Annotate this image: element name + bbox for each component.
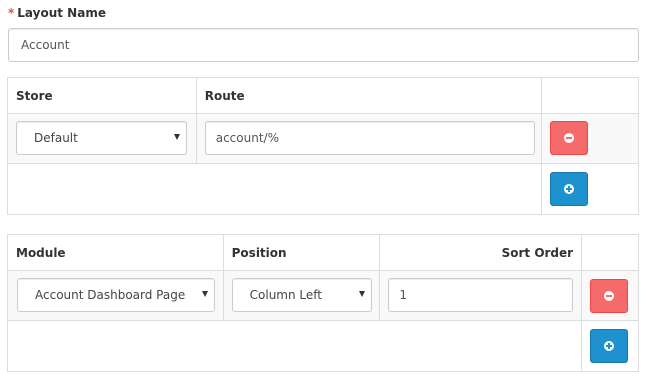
module-select[interactable]: Account Dashboard Page: [17, 278, 215, 312]
module-table-header: Module Position Sort Order: [7, 234, 639, 271]
layout-name-label-text: Layout Name: [17, 6, 106, 20]
table-row: Account Dashboard Page Column Left 1: [7, 270, 639, 321]
column-header-module: Module: [7, 234, 224, 271]
column-header-actions: [541, 77, 639, 114]
module-table-footer: [6, 320, 639, 372]
store-select-value: Default: [34, 131, 78, 145]
table-row: Default account/%: [7, 113, 639, 164]
position-select-value: Column Left: [249, 288, 322, 302]
plus-circle-icon: [604, 341, 615, 351]
remove-module-button[interactable]: [590, 279, 629, 313]
add-route-button[interactable]: [550, 172, 589, 206]
route-input[interactable]: account/%: [204, 121, 535, 155]
remove-route-button[interactable]: [550, 121, 589, 155]
route-table-footer: [6, 163, 639, 215]
minus-circle-icon: [604, 291, 615, 301]
route-table: Store Route Default account/%: [6, 77, 639, 215]
column-header-store: Store: [7, 77, 197, 114]
module-select-value: Account Dashboard Page: [35, 288, 186, 302]
sort-order-input[interactable]: 1: [388, 278, 574, 312]
caret-down-icon: [358, 291, 365, 297]
column-header-actions: [581, 234, 639, 271]
position-select[interactable]: Column Left: [231, 278, 372, 312]
layout-name-input[interactable]: Account: [8, 28, 639, 62]
plus-circle-icon: [564, 184, 575, 194]
required-mark: *: [8, 6, 15, 20]
route-table-header: Store Route: [7, 77, 639, 114]
module-table: Module Position Sort Order Account Dashb…: [6, 234, 639, 372]
layout-name-label: * Layout Name: [8, 6, 106, 20]
add-module-button[interactable]: [590, 329, 629, 363]
caret-down-icon: [202, 291, 208, 297]
column-header-sort-order: Sort Order: [379, 234, 583, 271]
column-header-route: Route: [195, 77, 543, 114]
store-select[interactable]: Default: [16, 121, 187, 155]
caret-down-icon: [174, 134, 180, 140]
minus-circle-icon: [564, 133, 575, 143]
column-header-position: Position: [222, 234, 381, 271]
